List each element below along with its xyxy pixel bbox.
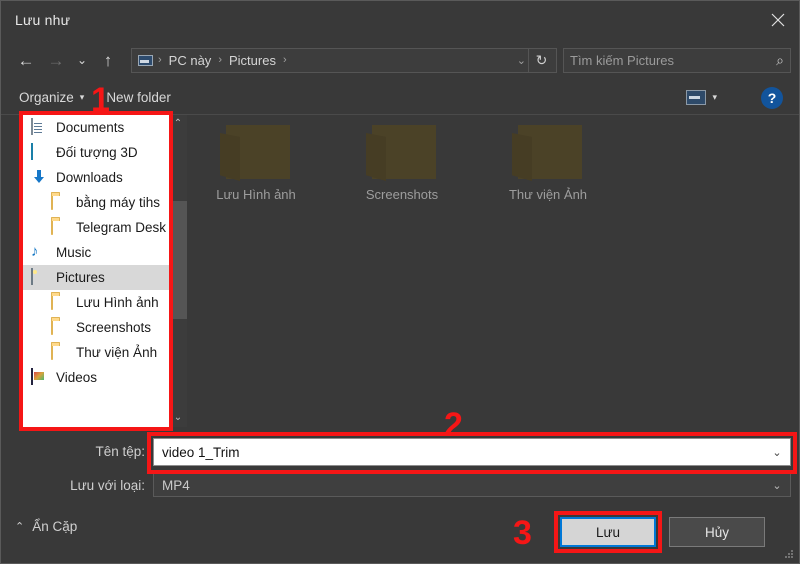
navigation-sidebar[interactable]: Documents Đối tượng 3D Downloads bằng máy t…	[23, 115, 169, 427]
annotation-marker-3: 3	[513, 514, 532, 552]
folder-icon	[220, 123, 292, 181]
folder-icon	[51, 217, 71, 237]
change-view-button[interactable]: ▾	[686, 90, 717, 105]
breadcrumb-separator: ›	[158, 54, 162, 66]
sidebar-scrollbar[interactable]: ⌃ ⌄	[169, 115, 187, 427]
sidebar-item-b-ng-m-y-tihs[interactable]: bằng máy tihs	[23, 190, 169, 215]
folder-icon	[51, 342, 71, 362]
title-bar: Lưu như	[1, 1, 799, 39]
organize-label: Organize	[19, 90, 74, 105]
this-pc-icon	[134, 49, 156, 72]
search-icon: ⌕	[776, 51, 784, 68]
new-folder-button[interactable]: New folder	[106, 90, 171, 105]
breadcrumb-separator: ›	[282, 54, 287, 66]
music-icon: ♪	[31, 242, 39, 260]
refresh-icon[interactable]: ↻	[528, 48, 554, 72]
filetype-select[interactable]: MP4 ⌄	[153, 473, 791, 497]
filename-label-row: Tên tệp:	[41, 444, 145, 459]
filetype-label-row: Lưu với loại:	[41, 478, 145, 493]
filetype-label: Lưu với loại:	[70, 478, 145, 493]
forward-icon[interactable]: →	[41, 45, 71, 75]
search-placeholder: Tìm kiếm Pictures	[570, 52, 675, 68]
file-item[interactable]: Lưu Hình ảnh	[191, 123, 321, 202]
breadcrumb[interactable]: › PC này › Pictures › ⌄ ↻	[131, 47, 557, 73]
recent-locations-icon[interactable]: ⌄	[71, 45, 93, 75]
sidebar-item-downloads[interactable]: Downloads	[23, 165, 169, 190]
window-title: Lưu như	[15, 12, 71, 28]
file-item-label: Lưu Hình ảnh	[216, 187, 296, 202]
annotation-marker-2: 2	[444, 406, 463, 444]
scrollbar-track[interactable]	[169, 133, 187, 409]
save-button[interactable]: Lưu	[560, 517, 656, 547]
new-folder-label: New folder	[106, 90, 171, 105]
resize-grip[interactable]	[785, 550, 795, 560]
file-item-label: Screenshots	[365, 187, 439, 202]
sidebar-item-i-t-ng-3d[interactable]: Đối tượng 3D	[23, 140, 169, 165]
sidebar-item-label: Downloads	[56, 170, 123, 185]
folder-icon	[366, 123, 438, 181]
downloads-icon	[31, 169, 51, 187]
videos-icon	[31, 367, 51, 387]
documents-icon	[31, 117, 51, 137]
help-icon[interactable]: ?	[761, 86, 783, 109]
cancel-button[interactable]: Hủy	[669, 517, 765, 547]
command-bar: Organize ▾ New folder ▾ ?	[1, 81, 799, 115]
breadcrumb-item-pictures[interactable]: Pictures	[224, 53, 281, 68]
sidebar-item-label: Screenshots	[76, 320, 152, 335]
folder-icon	[51, 317, 71, 337]
hide-folders-toggle[interactable]: ⌃ Ẩn Cặp	[15, 519, 77, 534]
sidebar-item-screenshots[interactable]: Screenshots	[23, 315, 169, 340]
sidebar-item-label: Videos	[56, 370, 98, 385]
organize-button[interactable]: Organize ▾	[19, 90, 84, 105]
sidebar-item-telegram-desk[interactable]: Telegram Desk	[23, 215, 169, 240]
sidebar-item-videos[interactable]: Videos	[23, 365, 169, 390]
sidebar-item-th-vi-n-nh[interactable]: Thư viện Ảnh	[23, 340, 169, 365]
up-icon[interactable]: ↑	[93, 45, 123, 75]
sidebar-item-music[interactable]: ♪ Music	[23, 240, 169, 265]
hide-folders-label: Ẩn Cặp	[32, 519, 78, 534]
annotation-marker-1: 1	[91, 81, 110, 119]
file-item-label: Thư viện Ảnh	[508, 187, 588, 202]
save-as-dialog: Lưu như ← → ⌄ ↑ › PC này › Pictures › ⌄ …	[0, 0, 800, 564]
folder-icon	[512, 123, 584, 181]
3d-objects-icon	[31, 142, 51, 162]
sidebar-item-label: Music	[56, 245, 92, 260]
sidebar-item-label: Lưu Hình ảnh	[76, 295, 159, 310]
folder-icon	[51, 192, 71, 212]
sidebar-item-label: Telegram Desk	[76, 220, 167, 235]
breadcrumb-dropdown-icon[interactable]: ⌄	[515, 54, 528, 67]
chevron-down-icon: ▾	[712, 92, 717, 102]
filetype-value: MP4	[162, 477, 190, 493]
scrollbar-thumb[interactable]	[169, 201, 187, 319]
sidebar-item-label: Thư viện Ảnh	[76, 345, 158, 360]
filename-value: video 1_Trim	[162, 444, 240, 460]
back-icon[interactable]: ←	[11, 45, 41, 75]
sidebar-item-l-u-h-nh-nh[interactable]: Lưu Hình ảnh	[23, 290, 169, 315]
sidebar-item-label: Đối tượng 3D	[56, 145, 138, 160]
breadcrumb-separator: ›	[218, 54, 222, 66]
file-item[interactable]: Screenshots	[337, 123, 467, 202]
sidebar-item-label: Pictures	[56, 270, 105, 285]
sidebar-item-label: bằng máy tihs	[76, 195, 161, 210]
sidebar-item-label: Documents	[56, 120, 125, 135]
chevron-down-icon[interactable]: ⌄	[174, 409, 182, 427]
chevron-up-icon[interactable]: ⌃	[174, 115, 182, 133]
folder-icon	[51, 292, 71, 312]
file-list-pane[interactable]: Lưu Hình ảnh Screenshots Thư viện Ảnh	[191, 115, 791, 427]
chevron-down-icon: ▾	[79, 92, 85, 102]
view-layout-icon	[686, 90, 707, 105]
sidebar-item-pictures[interactable]: Pictures	[23, 265, 169, 290]
file-item[interactable]: Thư viện Ảnh	[483, 123, 613, 202]
close-icon[interactable]	[755, 1, 799, 39]
chevron-up-icon: ⌃	[15, 521, 25, 533]
pictures-icon	[31, 267, 51, 287]
breadcrumb-item-pc[interactable]: PC này	[164, 53, 217, 68]
chevron-down-icon[interactable]: ⌄	[764, 479, 790, 492]
filename-label: Tên tệp:	[95, 444, 145, 459]
filename-input[interactable]: video 1_Trim ⌄	[153, 438, 791, 466]
search-input[interactable]: Tìm kiếm Pictures ⌕	[563, 47, 791, 73]
navigation-bar: ← → ⌄ ↑ › PC này › Pictures › ⌄ ↻ Tìm ki…	[1, 39, 799, 81]
chevron-down-icon[interactable]: ⌄	[764, 446, 790, 459]
